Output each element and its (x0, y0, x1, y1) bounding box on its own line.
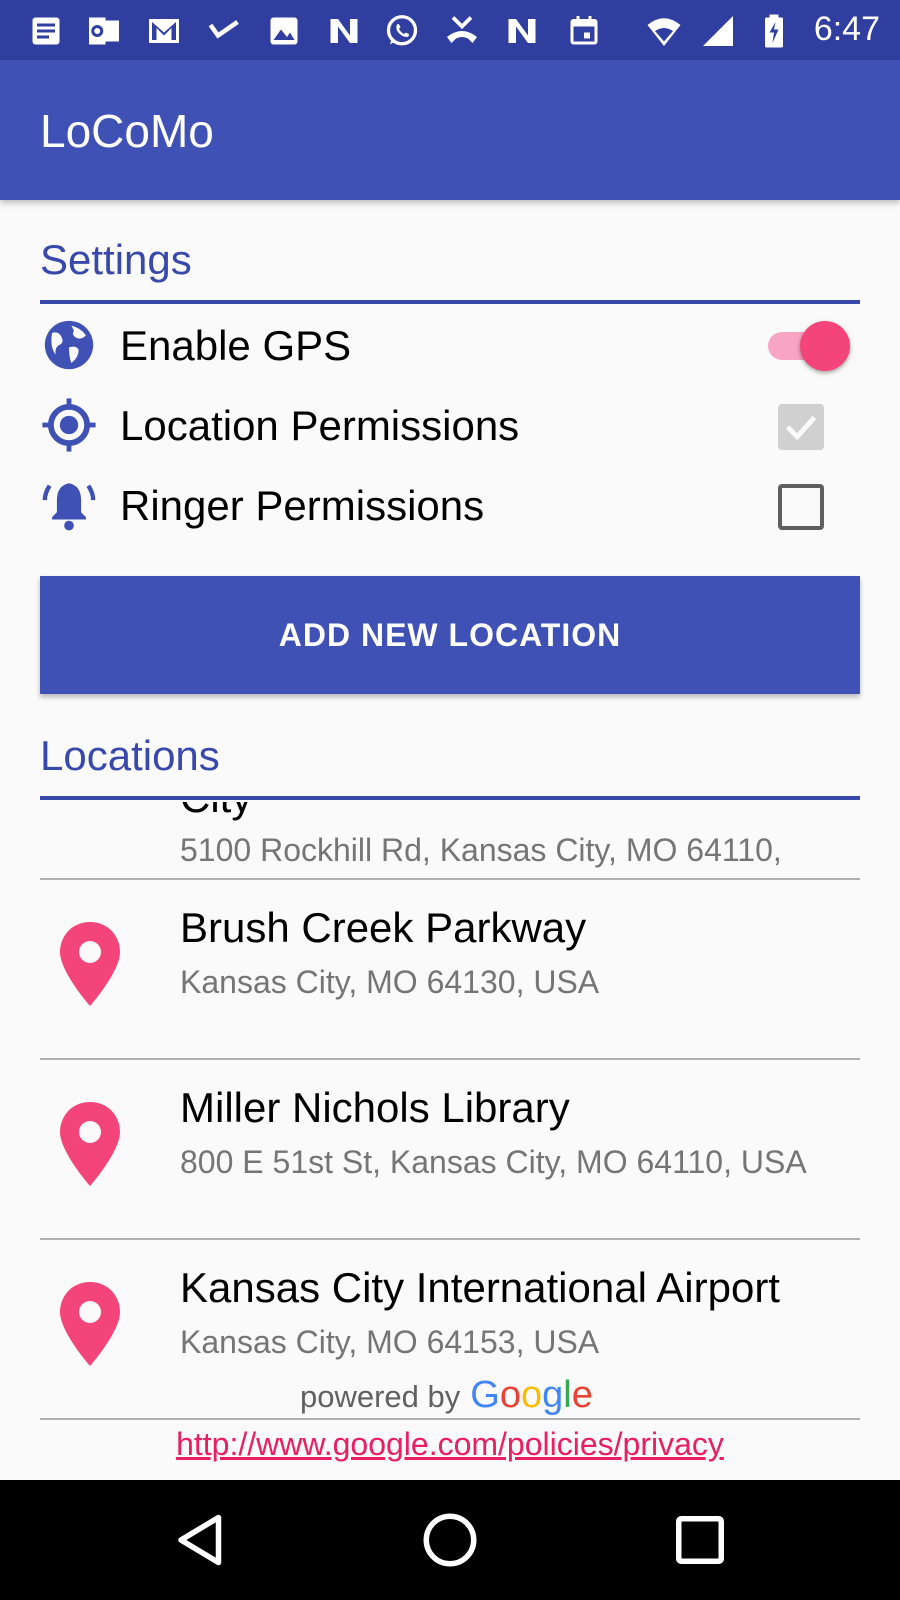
n-icon (504, 13, 540, 49)
calendar-icon (566, 13, 602, 49)
whatsapp-icon (384, 13, 420, 49)
ringer-permissions-checkbox[interactable] (778, 484, 824, 530)
powered-by-google: powered by Google (300, 1374, 593, 1416)
location-name: Miller Nichols Library (180, 1084, 570, 1131)
attribution-divider (40, 1418, 860, 1420)
powered-by-text: powered by (300, 1379, 461, 1414)
signal-icon (700, 13, 736, 49)
battery-charging-icon (756, 13, 792, 49)
outlook-icon (86, 13, 122, 49)
google-logo: Google (470, 1374, 593, 1416)
location-pin-icon (58, 1100, 122, 1188)
location-address-partial[interactable]: 5100 Rockhill Rd, Kansas City, MO 64110, (180, 832, 782, 869)
settings-header: Settings (40, 236, 192, 283)
missed-call-icon (444, 13, 480, 49)
image-icon (266, 13, 302, 49)
location-address: 800 E 51st St, Kansas City, MO 64110, US… (180, 1144, 807, 1180)
location-pin-icon (58, 920, 122, 1008)
navigation-bar (0, 1480, 900, 1600)
location-name: Kansas City International Airport (180, 1264, 780, 1311)
setting-label-enable-gps: Enable GPS (120, 322, 352, 369)
location-address: Kansas City, MO 64153, USA (180, 1324, 600, 1360)
setting-label-location-permissions: Location Permissions (120, 402, 520, 449)
add-new-location-button[interactable]: ADD NEW LOCATION (40, 576, 860, 694)
location-permissions-checkbox[interactable] (778, 404, 824, 450)
notes-icon (28, 13, 64, 49)
setting-ringer-permissions[interactable]: Ringer Permissions (40, 466, 860, 546)
settings-divider (40, 300, 860, 304)
ringing-bell-icon (40, 476, 98, 534)
home-icon[interactable] (420, 1510, 480, 1570)
back-icon[interactable] (171, 1510, 231, 1570)
screen: 6:47 LoCoMo Settings Enable GPS Location… (0, 0, 900, 1600)
toggle-thumb (800, 321, 850, 371)
status-bar: 6:47 (0, 0, 900, 60)
location-pin-icon (58, 1280, 122, 1368)
location-name-partial[interactable]: City (180, 802, 252, 822)
setting-enable-gps[interactable]: Enable GPS (40, 306, 860, 386)
locations-header: Locations (40, 732, 220, 779)
location-item-brush-creek[interactable]: Brush Creek Parkway Kansas City, MO 6413… (40, 880, 860, 1058)
setting-location-permissions[interactable]: Location Permissions (40, 386, 860, 466)
locations-list[interactable]: City 5100 Rockhill Rd, Kansas City, MO 6… (40, 802, 860, 1420)
n-icon (326, 13, 362, 49)
gps-toggle[interactable] (764, 320, 850, 372)
app-title: LoCoMo (40, 105, 214, 157)
privacy-policy-link[interactable]: http://www.google.com/policies/privacy (0, 1426, 900, 1463)
status-time: 6:47 (813, 10, 880, 48)
recents-icon[interactable] (670, 1510, 730, 1570)
location-item-miller-nichols[interactable]: Miller Nichols Library 800 E 51st St, Ka… (40, 1060, 860, 1238)
wifi-icon (646, 13, 682, 49)
gmail-icon (146, 13, 182, 49)
crosshair-location-icon (40, 396, 98, 454)
app-bar: LoCoMo (0, 60, 900, 200)
setting-label-ringer-permissions: Ringer Permissions (120, 482, 485, 529)
location-address: Kansas City, MO 64130, USA (180, 964, 600, 1000)
globe-icon (40, 316, 98, 374)
check-icon (206, 13, 242, 49)
locations-divider (40, 796, 860, 800)
location-name: Brush Creek Parkway (180, 904, 587, 951)
